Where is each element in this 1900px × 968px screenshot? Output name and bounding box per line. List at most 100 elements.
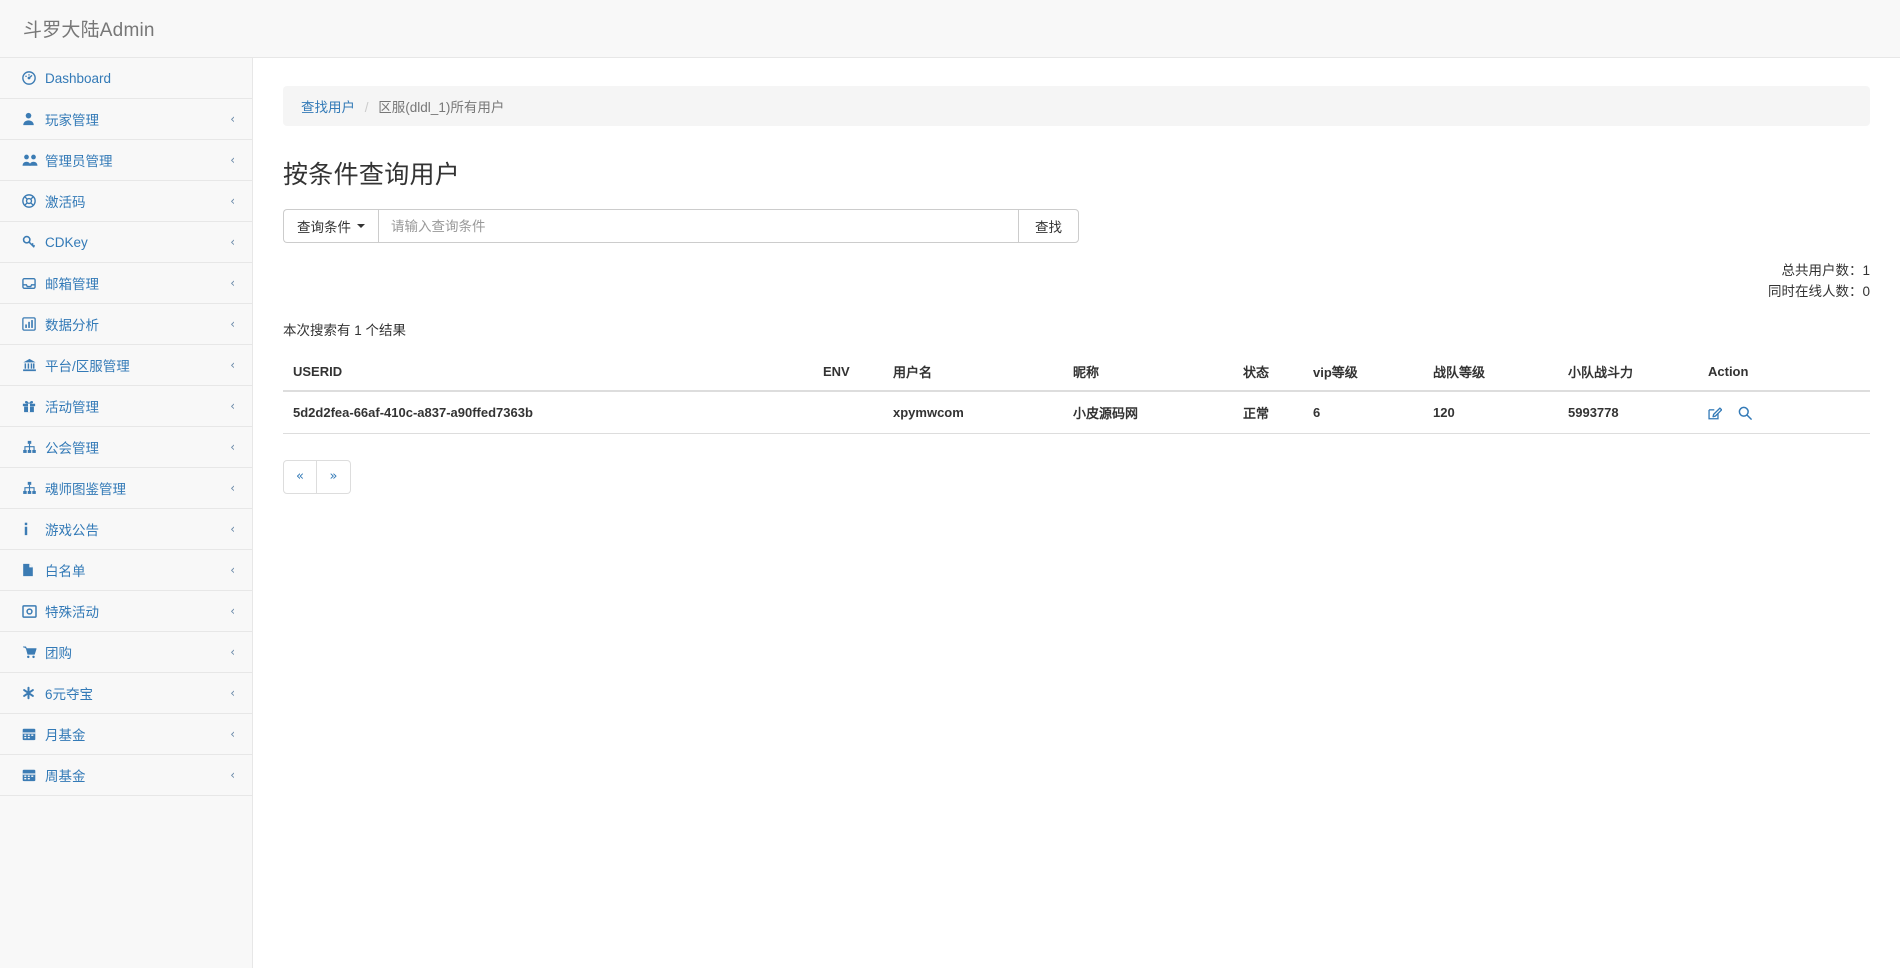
chevron-left-icon: ‹ (230, 523, 235, 535)
table-header-cell: 战队等级 (1423, 353, 1558, 391)
sidebar-item-9[interactable]: 活动管理‹ (0, 386, 252, 427)
cell-username: xpymwcom (883, 391, 1063, 434)
sidebar-item-label: 游戏公告 (43, 519, 230, 539)
breadcrumb-current: 区服(dldl_1)所有用户 (378, 100, 504, 115)
table-header-cell: 小队战斗力 (1558, 353, 1698, 391)
table-header-cell: vip等级 (1303, 353, 1423, 391)
table-header-cell: USERID (283, 353, 813, 391)
query-condition-dropdown[interactable]: 查询条件 (283, 209, 378, 243)
search-button[interactable]: 查找 (1018, 209, 1079, 243)
chevron-left-icon: ‹ (230, 154, 235, 166)
table-header-cell: 昵称 (1063, 353, 1233, 391)
sidebar-item-label: 激活码 (43, 191, 230, 211)
brand-title[interactable]: 斗罗大陆Admin (0, 15, 253, 42)
sitemap-icon (22, 440, 43, 454)
breadcrumb-link-find-user[interactable]: 查找用户 (301, 100, 355, 115)
sidebar-item-11[interactable]: 魂师图鉴管理‹ (0, 468, 252, 509)
sidebar-item-label: 玩家管理 (43, 109, 230, 129)
sidebar-item-label: 月基金 (43, 724, 230, 744)
table-row: 5d2d2fea-66af-410c-a837-a90ffed7363b xpym… (283, 391, 1870, 434)
sidebar-item-13[interactable]: 白名单‹ (0, 550, 252, 591)
key-icon (22, 235, 43, 249)
cell-env (813, 391, 883, 434)
sidebar-item-label: 魂师图鉴管理 (43, 478, 230, 498)
bank-icon (22, 358, 43, 372)
breadcrumb: 查找用户 / 区服(dldl_1)所有用户 (283, 86, 1870, 126)
chevron-left-icon: ‹ (230, 195, 235, 207)
sidebar-item-label: 邮箱管理 (43, 273, 230, 293)
chevron-left-icon: ‹ (230, 318, 235, 330)
chevron-left-icon: ‹ (230, 113, 235, 125)
query-condition-label: 查询条件 (297, 216, 351, 236)
sidebar-item-15[interactable]: 团购‹ (0, 632, 252, 673)
cart-icon (22, 645, 43, 659)
sidebar-item-18[interactable]: 周基金‹ (0, 755, 252, 796)
sidebar-item-4[interactable]: 激活码‹ (0, 181, 252, 222)
chevron-down-icon (357, 224, 365, 228)
file-icon (22, 563, 43, 577)
search-input[interactable] (378, 209, 1018, 243)
edit-icon[interactable] (1708, 406, 1722, 420)
chevron-left-icon: ‹ (230, 277, 235, 289)
main-content: 查找用户 / 区服(dldl_1)所有用户 按条件查询用户 查询条件 查找 总共… (253, 58, 1900, 968)
sidebar-item-3[interactable]: 管理员管理‹ (0, 140, 252, 181)
sidebar-item-10[interactable]: 公会管理‹ (0, 427, 252, 468)
table-header-cell: Action (1698, 353, 1870, 391)
sidebar-item-label: Dashboard (43, 71, 235, 86)
sidebar-item-8[interactable]: 平台/区服管理‹ (0, 345, 252, 386)
sidebar-item-label: 数据分析 (43, 314, 230, 334)
chevron-left-icon: ‹ (230, 687, 235, 699)
sidebar-item-2[interactable]: 玩家管理‹ (0, 99, 252, 140)
chevron-left-icon: ‹ (230, 441, 235, 453)
sidebar-item-label: 白名单 (43, 560, 230, 580)
cell-team-level: 120 (1423, 391, 1558, 434)
sidebar-item-label: 团购 (43, 642, 230, 662)
bar-chart-icon (22, 317, 43, 331)
table-header-row: USERIDENV用户名昵称状态vip等级战队等级小队战斗力Action (283, 353, 1870, 391)
pagination-prev-button[interactable]: « (283, 460, 317, 494)
sidebar-item-label: 平台/区服管理 (43, 355, 230, 375)
chevron-left-icon: ‹ (230, 564, 235, 576)
result-summary: 本次搜索有 1 个结果 (283, 319, 1870, 339)
pagination: « » (283, 460, 1870, 494)
sidebar-item-1[interactable]: Dashboard (0, 58, 252, 99)
total-users-count: 总共用户数：1 (283, 261, 1870, 282)
sidebar-item-5[interactable]: CDKey‹ (0, 222, 252, 263)
chevron-left-icon: ‹ (230, 646, 235, 658)
sidebar-item-7[interactable]: 数据分析‹ (0, 304, 252, 345)
cell-userid: 5d2d2fea-66af-410c-a837-a90ffed7363b (283, 391, 813, 434)
sidebar-item-16[interactable]: 6元夺宝‹ (0, 673, 252, 714)
user-icon (22, 112, 43, 126)
money-icon (22, 605, 43, 618)
chevron-left-icon: ‹ (230, 236, 235, 248)
chevron-left-icon: ‹ (230, 359, 235, 371)
top-navbar: 斗罗大陆Admin (0, 0, 1900, 58)
life-ring-icon (22, 194, 43, 208)
sidebar-item-17[interactable]: 月基金‹ (0, 714, 252, 755)
breadcrumb-separator: / (359, 100, 375, 115)
sidebar-item-12[interactable]: 游戏公告‹ (0, 509, 252, 550)
online-users-count: 同时在线人数：0 (283, 282, 1870, 303)
dashboard-icon (22, 71, 43, 85)
table-header-cell: 状态 (1233, 353, 1303, 391)
sidebar-filler (0, 796, 252, 968)
users-table: USERIDENV用户名昵称状态vip等级战队等级小队战斗力Action 5d2… (283, 353, 1870, 434)
chevron-left-icon: ‹ (230, 605, 235, 617)
sidebar-item-label: 特殊活动 (43, 601, 230, 621)
search-icon[interactable] (1738, 406, 1752, 420)
inbox-icon (22, 277, 43, 290)
sidebar-item-label: 6元夺宝 (43, 683, 230, 703)
pagination-next-button[interactable]: » (317, 460, 351, 494)
sidebar-item-label: 公会管理 (43, 437, 230, 457)
calendar-icon (22, 727, 43, 741)
counters: 总共用户数：1 同时在线人数：0 (283, 261, 1870, 303)
cell-nickname: 小皮源码网 (1063, 391, 1233, 434)
sidebar-item-label: CDKey (43, 235, 230, 250)
sidebar-item-14[interactable]: 特殊活动‹ (0, 591, 252, 632)
table-header-cell: ENV (813, 353, 883, 391)
sidebar-item-label: 管理员管理 (43, 150, 230, 170)
sidebar-item-list: Dashboard玩家管理‹管理员管理‹激活码‹CDKey‹邮箱管理‹数据分析‹… (0, 58, 252, 796)
sidebar-item-6[interactable]: 邮箱管理‹ (0, 263, 252, 304)
cell-squad-power: 5993778 (1558, 391, 1698, 434)
search-row: 查询条件 查找 (283, 209, 1870, 243)
